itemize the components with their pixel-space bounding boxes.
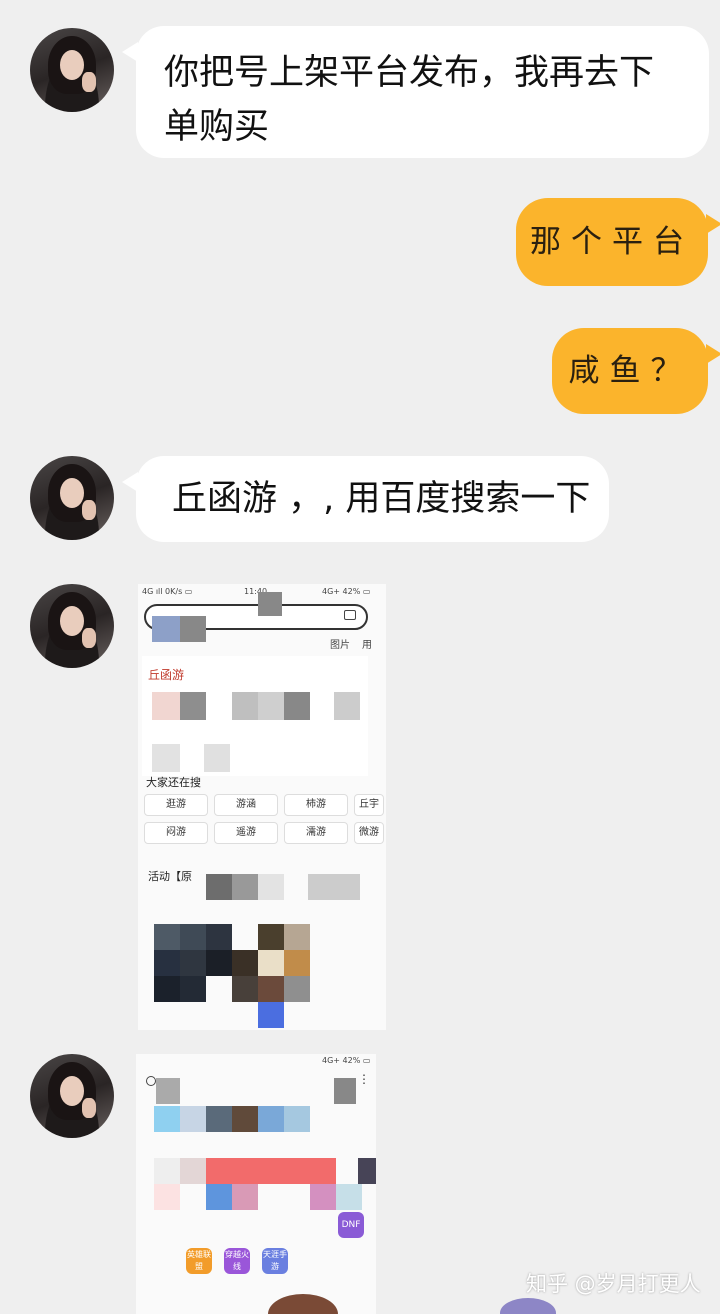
suggest-chip: 丘宇 [354, 794, 384, 816]
status-left: 4G ıll 0K/s ▭ [142, 587, 193, 596]
suggest-chip: 闷游 [144, 822, 208, 844]
image-message-search-screenshot[interactable]: 4G ıll 0K/s ▭ 11:40 4G+ 42% ▭ 图片 用 丘函游 大… [138, 584, 386, 1030]
app-icon-tianya: 天涯手游 [262, 1248, 288, 1274]
camera-icon [344, 610, 356, 620]
message-text: 丘函游 ，, 用百度搜索一下 [172, 479, 591, 519]
zhihu-watermark: 知乎 @岁月打更人 [526, 1272, 701, 1296]
status-right: 4G+ 42% ▭ [322, 1056, 371, 1065]
incoming-message-bubble[interactable]: 你把号上架平台发布，我再去下单购买 [122, 26, 709, 158]
status-right: 4G+ 42% ▭ [322, 587, 371, 596]
suggest-chip: 游涵 [214, 794, 278, 816]
app-icon-cf: 穿越火线 [224, 1248, 250, 1274]
tab-images: 图片 [330, 640, 350, 651]
outgoing-message-bubble[interactable]: 咸鱼？ [552, 328, 720, 414]
suggest-chip: 逛游 [144, 794, 208, 816]
message-text: 你把号上架平台发布，我再去下单购买 [164, 53, 655, 147]
contact-avatar[interactable] [30, 1054, 114, 1138]
suggest-heading: 大家还在搜 [146, 776, 201, 789]
image-message-app-screenshot[interactable]: 4G+ 42% ▭ ⋮ DNF 英雄联盟 穿越火线 天涯手游 [136, 1054, 376, 1314]
app-icon-dnf: DNF [338, 1212, 364, 1238]
more-icon: ⋮ [358, 1072, 370, 1086]
activity-label: 活动【原 [148, 870, 192, 883]
decorative-figure [500, 1298, 556, 1314]
message-text: 咸鱼？ [568, 353, 692, 389]
tab-more: 用 [362, 640, 372, 651]
suggest-chip: 遥游 [214, 822, 278, 844]
result-title: 丘函游 [148, 668, 185, 682]
suggest-chip: 柿游 [284, 794, 348, 816]
message-text: 那个平台 [530, 224, 694, 260]
outgoing-message-bubble[interactable]: 那个平台 [516, 198, 720, 286]
suggest-chip: 濡游 [284, 822, 348, 844]
incoming-message-bubble[interactable]: 丘函游 ，, 用百度搜索一下 [122, 456, 609, 542]
search-icon [146, 1076, 156, 1086]
contact-avatar[interactable] [30, 28, 114, 112]
suggest-chip: 微游 [354, 822, 384, 844]
contact-avatar[interactable] [30, 456, 114, 540]
app-icon-lol: 英雄联盟 [186, 1248, 212, 1274]
contact-avatar[interactable] [30, 584, 114, 668]
